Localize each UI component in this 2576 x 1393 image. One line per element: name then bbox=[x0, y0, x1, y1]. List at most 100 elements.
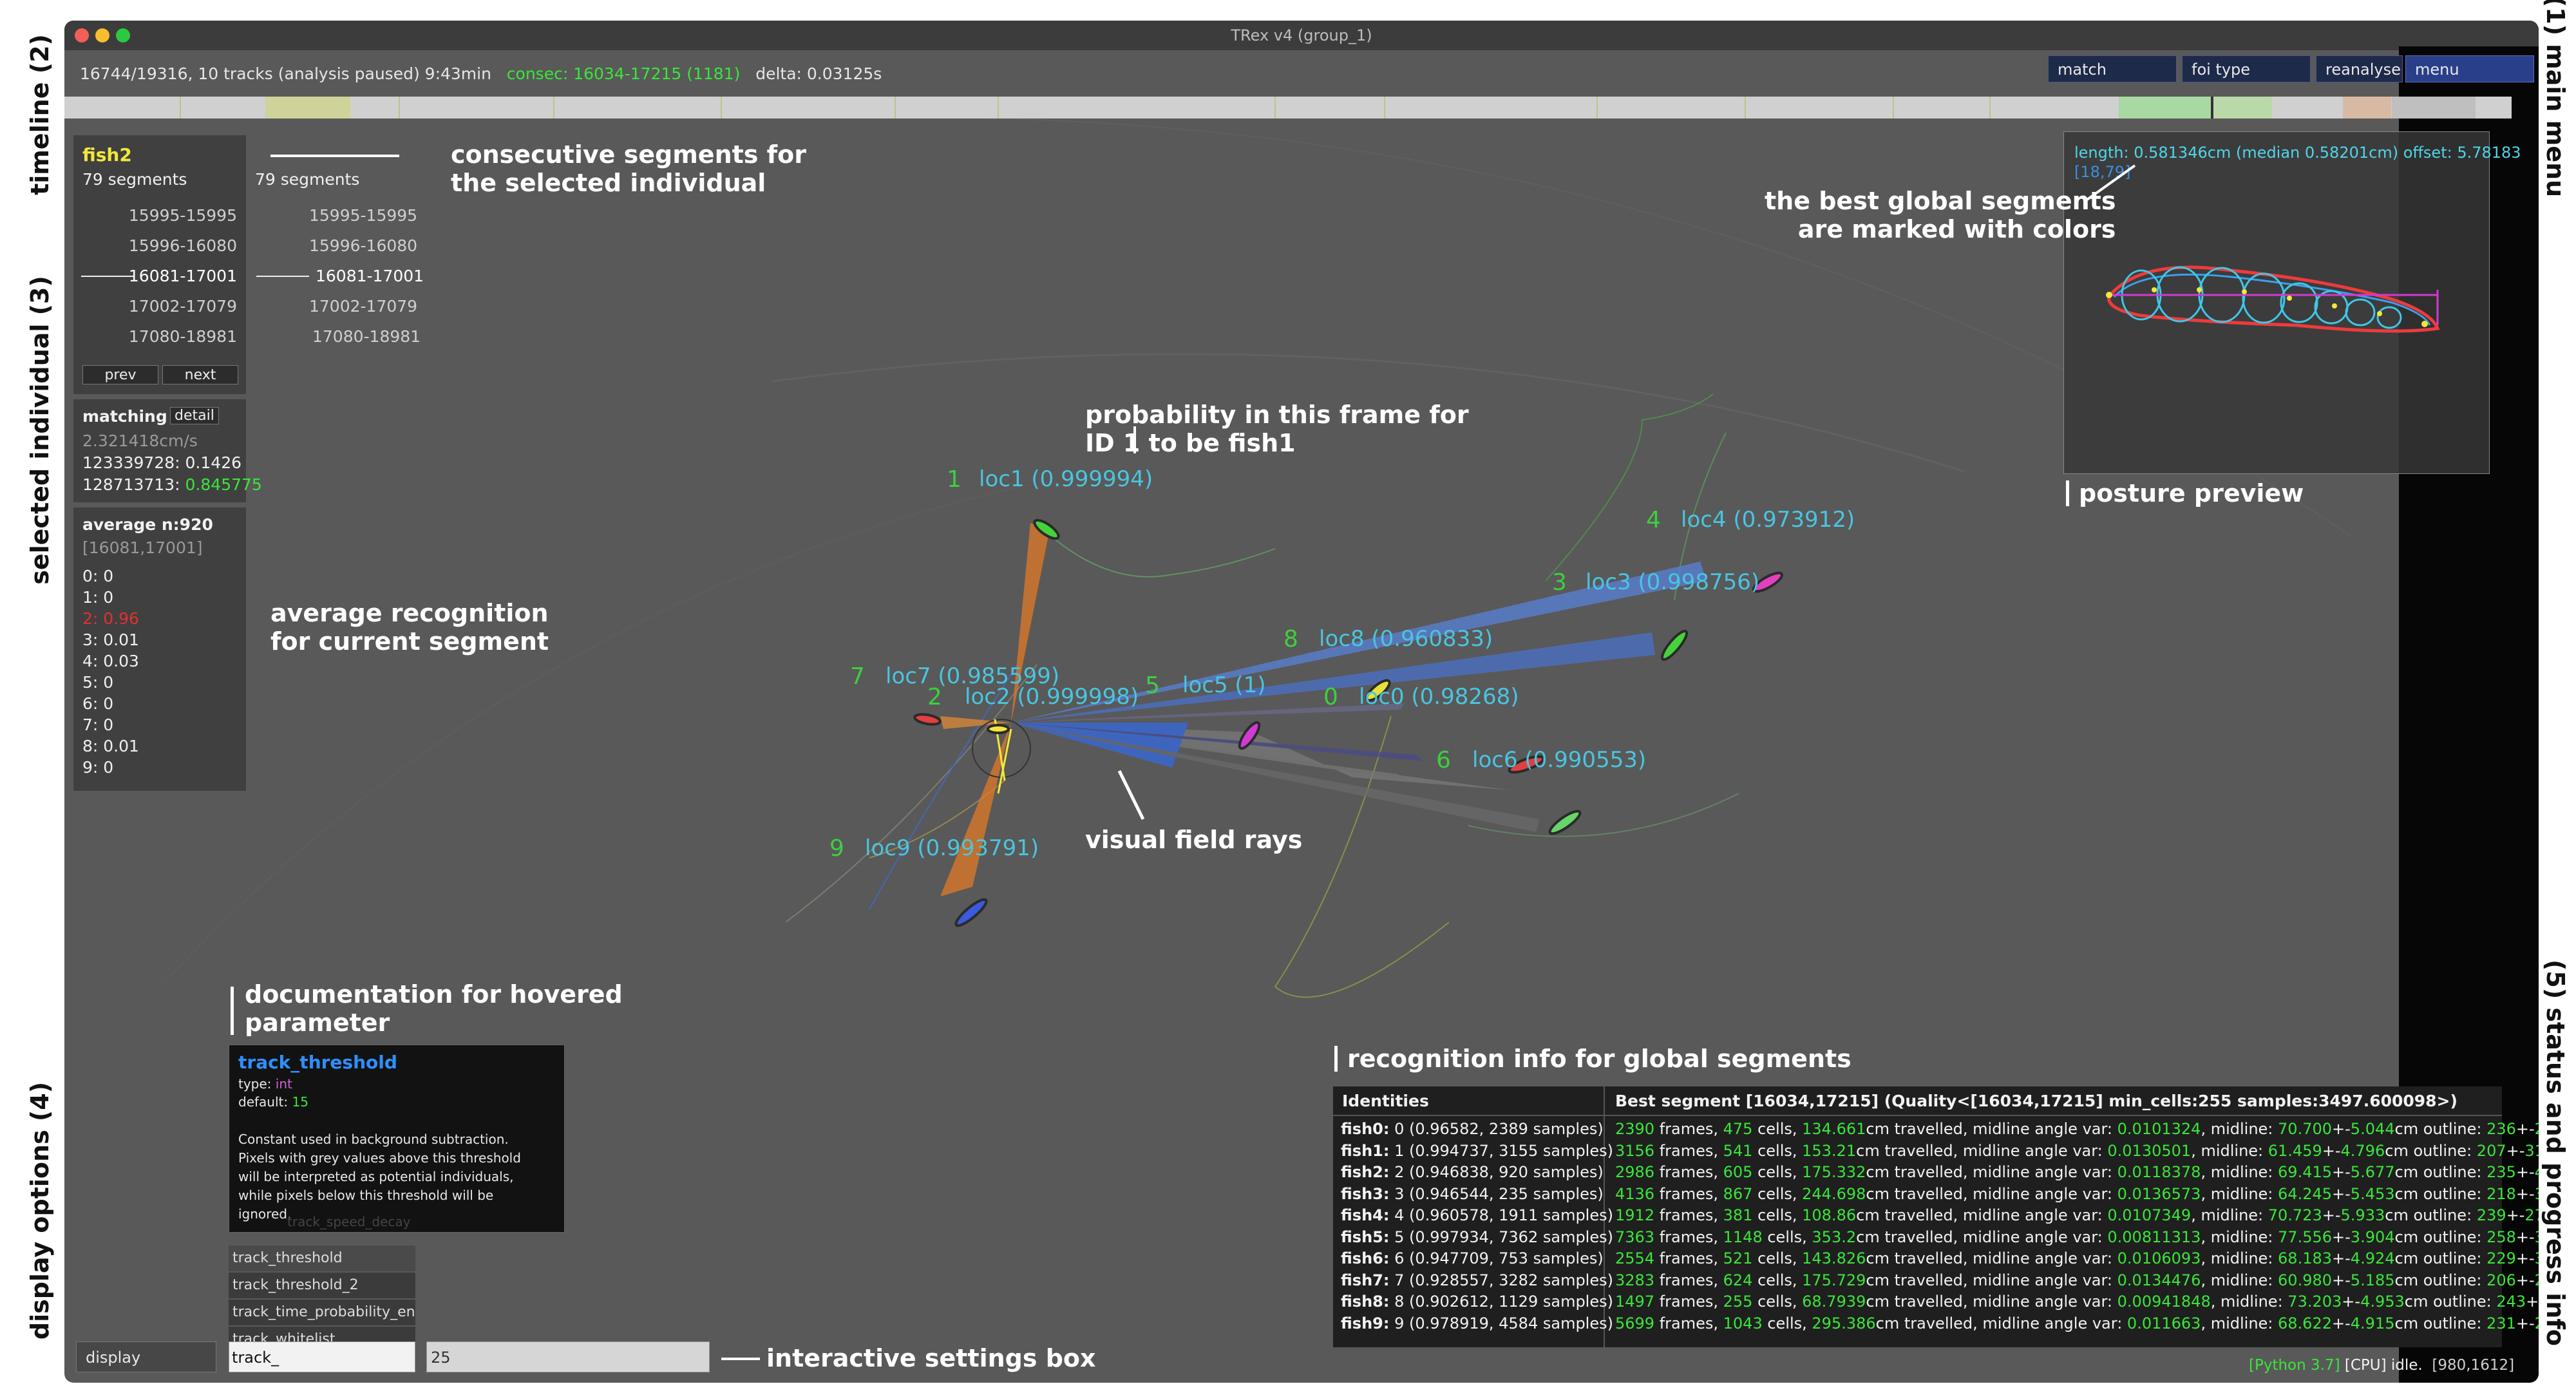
row-value: 31 bbox=[2535, 1185, 2539, 1203]
recognition-row: fish2: 2 (0.946838, 920 samples) 2986 fra… bbox=[1333, 1163, 2539, 1184]
recognition-info-table: Identities Best segment [16034,17215] (Q… bbox=[1333, 1086, 2539, 1347]
row-segment: 3156 frames, 541 cells, 153.21cm travell… bbox=[1615, 1142, 2539, 1160]
row-value: 9 (0.978919, 4584 samples) bbox=[1394, 1314, 1613, 1332]
row-value: cells, bbox=[1752, 1120, 1803, 1138]
row-value: cm outline: bbox=[2404, 1293, 2497, 1311]
row-value: frames, bbox=[1654, 1163, 1723, 1181]
display-button[interactable]: display bbox=[76, 1341, 216, 1372]
status-python: [Python 3.7] bbox=[2249, 1357, 2340, 1374]
annotation-recognition-info: recognition info for global segments bbox=[1347, 1045, 1852, 1073]
annotation-average: average recognition for current segment bbox=[270, 599, 549, 656]
row-value: frames, bbox=[1654, 1314, 1723, 1332]
row-value: cm travelled, midline angle var: bbox=[1856, 1227, 2108, 1246]
row-value: 255 bbox=[1723, 1293, 1753, 1311]
row-value: cm outline: bbox=[2394, 1249, 2487, 1267]
row-value: 521 bbox=[1723, 1249, 1753, 1267]
row-value: 5.677 bbox=[2350, 1163, 2395, 1181]
row-value: 27 bbox=[2524, 1206, 2539, 1224]
row-value: 381 bbox=[1723, 1206, 1753, 1224]
row-value: 0.011663 bbox=[2126, 1314, 2201, 1332]
row-value: 32 bbox=[2535, 1228, 2539, 1246]
row-value: 2986 bbox=[1615, 1163, 1655, 1181]
row-value: 1148 bbox=[1723, 1227, 1763, 1246]
row-value: cells, bbox=[1752, 1206, 1803, 1224]
row-value: 867 bbox=[1723, 1184, 1753, 1203]
row-value: +- bbox=[2332, 1227, 2351, 1246]
row-identity: fish7: 7 (0.928557, 3282 samples) bbox=[1341, 1271, 1613, 1289]
settings-name-input[interactable]: track_ bbox=[229, 1341, 415, 1372]
row-value: 0.00811313 bbox=[2107, 1227, 2201, 1246]
doc-hidden-param: track_speed_decay bbox=[287, 1214, 411, 1229]
row-value: 7 (0.928557, 3282 samples) bbox=[1394, 1271, 1613, 1289]
row-value: 258 bbox=[2486, 1227, 2516, 1246]
row-value: 5.044 bbox=[2350, 1120, 2395, 1138]
doc-description: Constant used in background subtraction.… bbox=[238, 1132, 521, 1222]
row-value: 1043 bbox=[1723, 1314, 1763, 1332]
fish-label: loc7 (0.985599) bbox=[886, 663, 1060, 689]
row-segment: 1912 frames, 381 cells, 108.86cm travell… bbox=[1615, 1206, 2539, 1224]
param-option[interactable]: track_time_probability_en bbox=[229, 1300, 415, 1325]
row-value: cm outline: bbox=[2394, 1120, 2487, 1138]
status-bar: [Python 3.7] [CPU] idle. [980,1612] bbox=[2249, 1357, 2514, 1374]
row-value: fish1: bbox=[1341, 1141, 1390, 1160]
recognition-row: fish1: 1 (0.994737, 3155 samples) 3156 fr… bbox=[1333, 1142, 2539, 1162]
row-value: 3 (0.946544, 235 samples) bbox=[1394, 1184, 1604, 1203]
row-value: fish4: bbox=[1341, 1206, 1390, 1224]
row-value: 68.7939 bbox=[1802, 1293, 1866, 1311]
status-progress-side-label: (5) status and progress info bbox=[2541, 960, 2570, 1346]
row-value: 624 bbox=[1723, 1271, 1753, 1289]
row-value: 5699 bbox=[1615, 1314, 1655, 1332]
row-value: , midline: bbox=[2191, 1206, 2268, 1224]
row-value: fish2: bbox=[1341, 1163, 1390, 1181]
row-identity: fish6: 6 (0.947709, 753 samples) bbox=[1341, 1249, 1604, 1267]
row-value: 353.2 bbox=[1812, 1227, 1857, 1246]
row-value: 175.332 bbox=[1802, 1163, 1866, 1181]
row-value: 68.183 bbox=[2278, 1249, 2333, 1267]
fish-id: 0 bbox=[1323, 684, 1338, 710]
row-value: 64.245 bbox=[2278, 1184, 2333, 1203]
row-value: 28 bbox=[2535, 1314, 2539, 1332]
row-value: +- bbox=[2332, 1249, 2351, 1267]
row-value: cells, bbox=[1752, 1293, 1803, 1311]
param-option[interactable]: track_threshold bbox=[229, 1246, 415, 1271]
annotation-probability: probability in this frame for ID 1 to be … bbox=[1085, 401, 1469, 457]
row-value: +- bbox=[2332, 1120, 2351, 1138]
row-value: 70.700 bbox=[2278, 1120, 2333, 1138]
recognition-row: fish7: 7 (0.928557, 3282 samples) 3283 fr… bbox=[1333, 1271, 2539, 1292]
fish-id: 1 bbox=[947, 466, 961, 493]
row-identity: fish1: 1 (0.994737, 3155 samples) bbox=[1341, 1142, 1613, 1160]
row-value: 73.203 bbox=[2287, 1293, 2342, 1311]
param-option[interactable]: track_threshold_2 bbox=[229, 1273, 415, 1298]
fish-label: loc3 (0.998756) bbox=[1586, 569, 1760, 595]
fish-id: 7 bbox=[850, 663, 865, 690]
row-value: cells, bbox=[1752, 1141, 1803, 1160]
row-value: +- bbox=[2506, 1141, 2525, 1160]
row-value: cells, bbox=[1762, 1227, 1812, 1246]
row-value: , midline: bbox=[2201, 1163, 2278, 1181]
row-value: +- bbox=[2332, 1314, 2351, 1332]
fish-id: 8 bbox=[1283, 626, 1298, 652]
row-value: fish5: bbox=[1341, 1227, 1390, 1246]
row-value: 33 bbox=[2535, 1249, 2539, 1267]
row-value: , midline: bbox=[2201, 1184, 2278, 1203]
row-segment: 5699 frames, 1043 cells, 295.386cm trave… bbox=[1615, 1314, 2539, 1332]
row-value: +- bbox=[2506, 1206, 2525, 1224]
settings-value-input[interactable]: 25 bbox=[426, 1341, 710, 1372]
display-options-side-label: display options (4) bbox=[26, 1081, 54, 1340]
fish-id: 3 bbox=[1552, 569, 1567, 596]
row-value: cm travelled, midline angle var: bbox=[1856, 1206, 2108, 1224]
annotation-line bbox=[721, 1358, 760, 1360]
row-value: +- bbox=[2322, 1141, 2341, 1160]
row-value: 28 bbox=[2535, 1271, 2539, 1289]
recognition-row: fish9: 9 (0.978919, 4584 samples) 5699 fr… bbox=[1333, 1314, 2539, 1335]
row-value: +- bbox=[2332, 1184, 2351, 1203]
row-value: , midline: bbox=[2201, 1227, 2278, 1246]
row-value: , midline: bbox=[2201, 1120, 2278, 1138]
row-value: 0.0118378 bbox=[2117, 1163, 2201, 1181]
fish-label: loc9 (0.993791) bbox=[865, 835, 1039, 861]
row-value: 4.796 bbox=[2340, 1141, 2385, 1160]
fish-id: 5 bbox=[1145, 672, 1160, 699]
row-value: cm travelled, midline angle var: bbox=[1866, 1271, 2117, 1289]
row-value: 235 bbox=[2486, 1163, 2516, 1181]
doc-default: default: 15 bbox=[238, 1094, 308, 1110]
